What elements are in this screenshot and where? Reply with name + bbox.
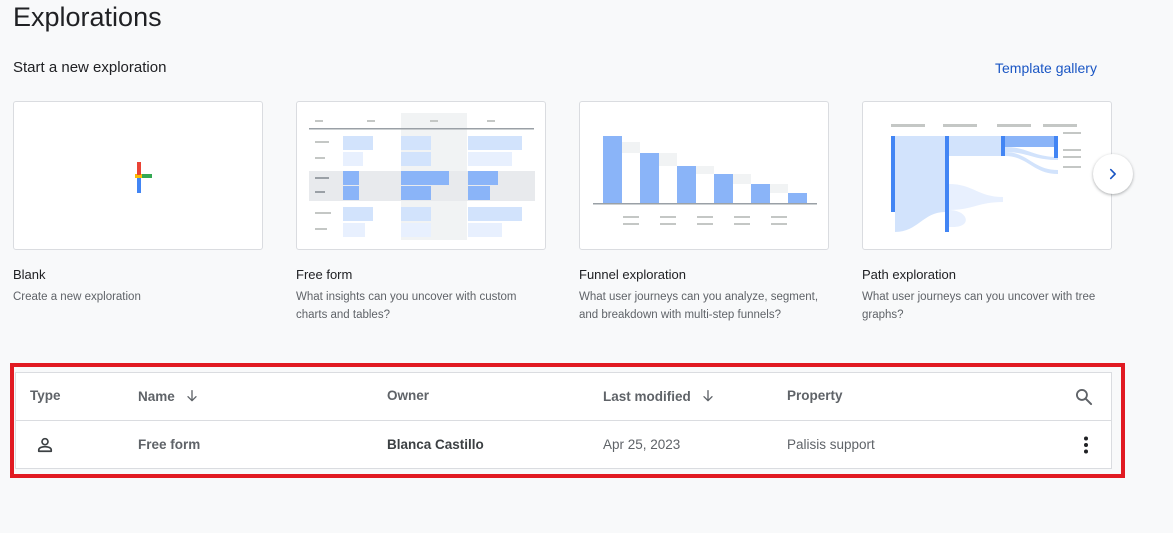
page-title: Explorations [13, 2, 162, 32]
path-thumbnail [891, 124, 1081, 232]
section-subtitle: Start a new exploration [13, 59, 167, 76]
template-card-title: Free form [296, 267, 353, 282]
template-card-title: Funnel exploration [579, 267, 686, 282]
template-card-title: Blank [13, 267, 46, 282]
template-card-description: What user journeys can you analyze, segm… [579, 291, 819, 321]
template-card-title: Path exploration [862, 267, 956, 282]
chevron-right-icon [1109, 168, 1116, 180]
carousel-next-button[interactable] [1093, 154, 1133, 194]
free-form-thumbnail [309, 113, 535, 240]
plus-icon [135, 162, 152, 193]
template-card-description: Create a new exploration [13, 291, 141, 303]
template-gallery-link[interactable]: Template gallery [995, 60, 1097, 76]
funnel-thumbnail [593, 136, 817, 225]
template-card-funnel[interactable] [579, 101, 829, 250]
template-card-description: What insights can you uncover with custo… [296, 291, 517, 321]
template-card-blank[interactable] [13, 101, 263, 250]
template-card-free-form[interactable] [296, 101, 546, 250]
template-card-path[interactable] [862, 101, 1112, 250]
highlight-annotation [10, 363, 1125, 478]
template-card-description: What user journeys can you uncover with … [862, 291, 1096, 321]
